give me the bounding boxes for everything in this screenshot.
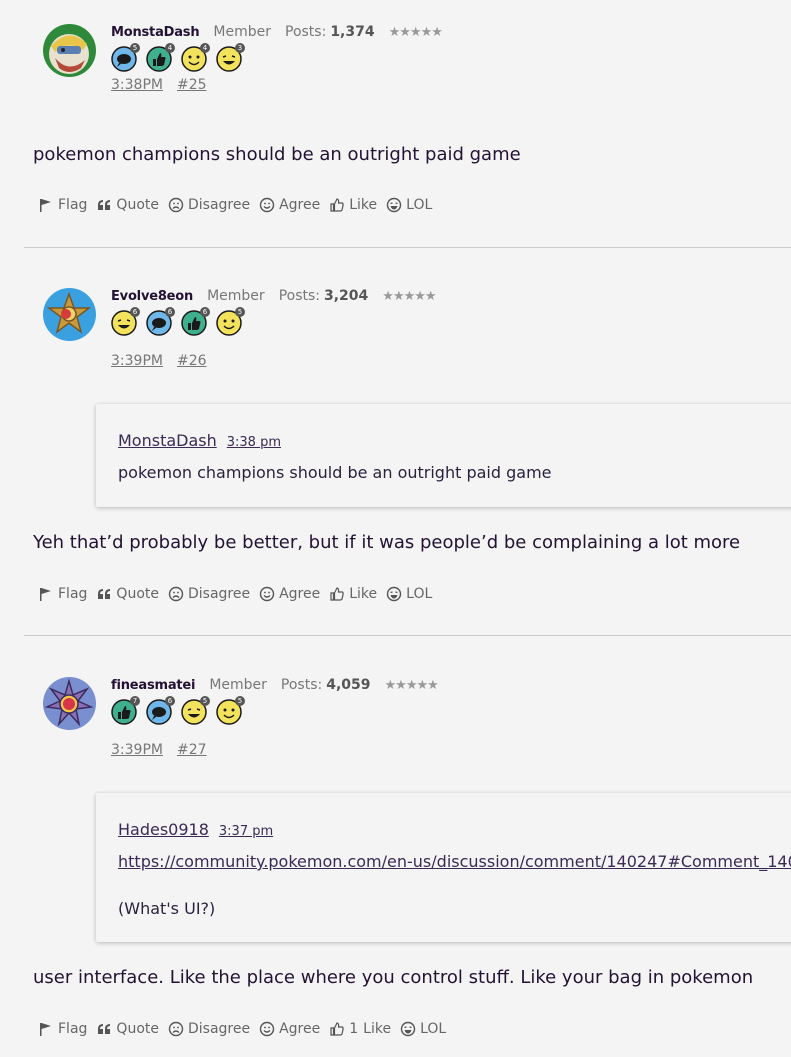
thumbs-up-outline-icon bbox=[330, 587, 344, 601]
post-number-link[interactable]: #27 bbox=[177, 742, 207, 758]
post-number-link[interactable]: #26 bbox=[177, 353, 207, 369]
thumbs-up-outline-icon bbox=[330, 1022, 344, 1036]
quoted-text: (What's UI?) bbox=[118, 899, 216, 918]
badge-row: 5 4 4 3 bbox=[111, 43, 245, 72]
flag-icon bbox=[40, 1023, 51, 1036]
frown-icon bbox=[168, 1021, 184, 1037]
post-time-link[interactable]: 3:39PM bbox=[111, 353, 163, 369]
quoted-post: MonstaDash 3:38 pm pokemon champions sho… bbox=[96, 404, 791, 507]
post-count: Posts: 1,374 bbox=[285, 24, 375, 40]
quoted-text: pokemon champions should be an outright … bbox=[118, 463, 552, 482]
post-count: Posts: 4,059 bbox=[280, 677, 371, 693]
username[interactable]: fineasmatei bbox=[111, 678, 196, 693]
post-actions: Flag Quote Disagree Agree Like LOL bbox=[38, 586, 441, 602]
post-meta: 3:39PM #26 bbox=[111, 353, 207, 369]
speech-bubble-icon[interactable]: 6 bbox=[146, 307, 175, 336]
disagree-button[interactable]: Disagree bbox=[168, 1021, 250, 1037]
lol-button[interactable]: LOL bbox=[400, 1021, 446, 1037]
badge-row: 7 6 5 5 bbox=[111, 696, 245, 725]
lol-button[interactable]: LOL bbox=[386, 197, 432, 213]
quoted-time[interactable]: 3:37 pm bbox=[219, 824, 273, 839]
quote-button[interactable]: Quote bbox=[96, 197, 159, 213]
avatar[interactable] bbox=[43, 288, 96, 341]
laugh-icon bbox=[386, 197, 402, 213]
quoted-username[interactable]: MonstaDash bbox=[118, 431, 217, 450]
smiley-icon[interactable]: 5 bbox=[216, 307, 245, 336]
frown-icon bbox=[168, 197, 184, 213]
user-role: Member bbox=[213, 24, 271, 40]
flag-button[interactable]: Flag bbox=[38, 586, 87, 602]
post-count: Posts: 3,204 bbox=[278, 288, 369, 304]
thumbs-up-outline-icon bbox=[330, 198, 344, 212]
username[interactable]: MonstaDash bbox=[111, 25, 200, 40]
post-actions: Flag Quote Disagree Agree Like LOL bbox=[38, 197, 441, 213]
disagree-button[interactable]: Disagree bbox=[168, 197, 250, 213]
laugh-icon bbox=[400, 1021, 416, 1037]
quoted-username[interactable]: Hades0918 bbox=[118, 820, 209, 839]
post-divider bbox=[24, 635, 791, 636]
post-meta: 3:38PM #25 bbox=[111, 77, 207, 93]
quoted-link[interactable]: https://community.pokemon.com/en-us/disc… bbox=[118, 852, 791, 871]
avatar[interactable] bbox=[43, 24, 96, 77]
post-meta: 3:39PM #27 bbox=[111, 742, 207, 758]
rank-stars: ★★★★★ bbox=[382, 289, 436, 304]
rank-stars: ★★★★★ bbox=[388, 25, 443, 40]
lol-button[interactable]: LOL bbox=[386, 586, 432, 602]
agree-button[interactable]: Agree bbox=[259, 197, 320, 213]
smile-icon bbox=[259, 197, 275, 213]
post-number-link[interactable]: #25 bbox=[177, 77, 207, 93]
quoted-time[interactable]: 3:38 pm bbox=[227, 435, 281, 450]
post-25: MonstaDash Member Posts: 1,374 ★★★★★ 5 4 … bbox=[0, 24, 791, 224]
post-time-link[interactable]: 3:38PM bbox=[111, 77, 163, 93]
quote-icon bbox=[98, 1024, 111, 1034]
quote-icon bbox=[98, 200, 111, 210]
badge-row: 6 6 6 5 bbox=[111, 307, 245, 336]
flag-button[interactable]: Flag bbox=[38, 1021, 87, 1037]
thumbs-up-icon[interactable]: 6 bbox=[181, 307, 210, 336]
speech-bubble-icon[interactable]: 6 bbox=[146, 696, 175, 725]
post-26: Evolve8eon Member Posts: 3,204 ★★★★★ 6 6 … bbox=[0, 288, 791, 618]
quote-button[interactable]: Quote bbox=[96, 586, 159, 602]
smile-icon bbox=[259, 1021, 275, 1037]
post-divider bbox=[24, 247, 791, 248]
post-body: Yeh that’d probably be better, but if it… bbox=[33, 532, 741, 553]
quote-button[interactable]: Quote bbox=[96, 1021, 159, 1037]
thumbs-up-icon[interactable]: 4 bbox=[146, 43, 175, 72]
post-time-link[interactable]: 3:39PM bbox=[111, 742, 163, 758]
username[interactable]: Evolve8eon bbox=[111, 289, 193, 304]
post-27: fineasmatei Member Posts: 4,059 ★★★★★ 7 6… bbox=[0, 677, 791, 1052]
smiley-icon[interactable]: 5 bbox=[216, 696, 245, 725]
flag-button[interactable]: Flag bbox=[38, 197, 87, 213]
smiley-icon[interactable]: 4 bbox=[181, 43, 210, 72]
flag-icon bbox=[40, 588, 51, 601]
avatar[interactable] bbox=[43, 677, 96, 730]
frown-icon bbox=[168, 586, 184, 602]
like-button[interactable]: Like bbox=[329, 586, 377, 602]
quoted-post: Hades0918 3:37 pm https://community.poke… bbox=[96, 793, 791, 942]
post-body: user interface. Like the place where you… bbox=[33, 967, 754, 988]
rank-stars: ★★★★★ bbox=[384, 678, 439, 693]
quote-icon bbox=[98, 589, 111, 599]
user-role: Member bbox=[207, 288, 265, 304]
laughing-icon[interactable]: 3 bbox=[216, 43, 245, 72]
user-role: Member bbox=[209, 677, 267, 693]
laughing-icon[interactable]: 6 bbox=[111, 307, 140, 336]
like-count: 1 bbox=[349, 1021, 359, 1037]
smile-icon bbox=[259, 586, 275, 602]
post-body: pokemon champions should be an outright … bbox=[33, 144, 521, 165]
agree-button[interactable]: Agree bbox=[259, 1021, 320, 1037]
like-button[interactable]: 1 Like bbox=[329, 1021, 391, 1037]
flag-icon bbox=[40, 199, 51, 212]
disagree-button[interactable]: Disagree bbox=[168, 586, 250, 602]
agree-button[interactable]: Agree bbox=[259, 586, 320, 602]
like-button[interactable]: Like bbox=[329, 197, 377, 213]
speech-bubble-icon[interactable]: 5 bbox=[111, 43, 140, 72]
thumbs-up-icon[interactable]: 7 bbox=[111, 696, 140, 725]
laughing-icon[interactable]: 5 bbox=[181, 696, 210, 725]
laugh-icon bbox=[386, 586, 402, 602]
post-actions: Flag Quote Disagree Agree 1 Like LOL bbox=[38, 1021, 455, 1037]
